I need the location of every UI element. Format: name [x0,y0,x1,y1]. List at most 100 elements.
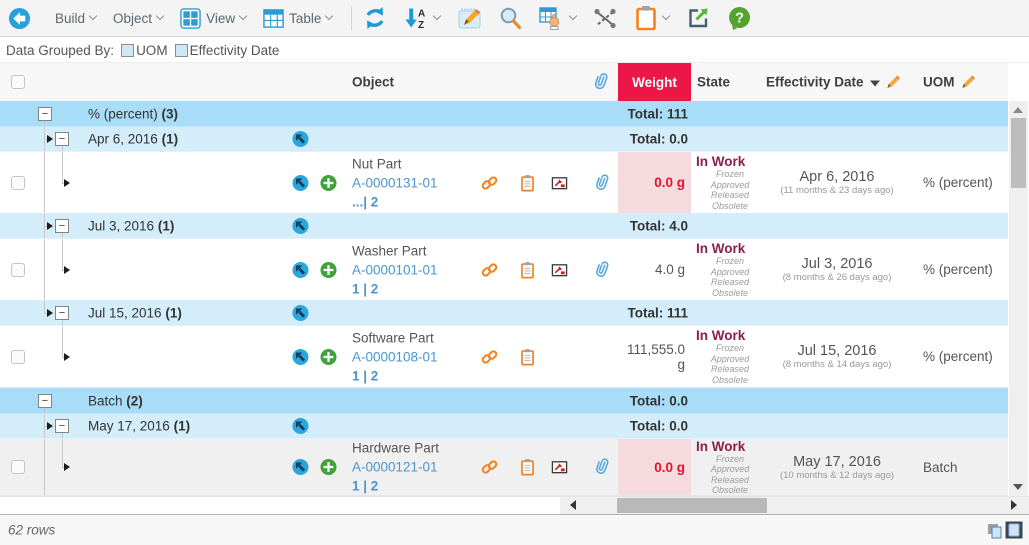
preview-icon[interactable] [551,174,568,191]
horizontal-scrollbar-thumb[interactable] [617,498,767,513]
collapse-group-icon[interactable] [38,394,52,408]
navigate-icon[interactable] [292,418,309,435]
menu-build[interactable]: Build [55,11,96,26]
add-icon[interactable] [320,261,337,278]
scroll-right-icon[interactable] [1011,500,1017,510]
item-revisions-link[interactable]: 1 | 2 [352,281,378,296]
sort-button[interactable]: AZ [405,6,440,30]
column-header-effectivity-date[interactable]: Effectivity Date [766,75,901,90]
item-revisions-link[interactable]: 1 | 2 [352,479,378,494]
item-number-link[interactable]: A-0000108-01 [352,349,438,364]
large-view-toggle-icon[interactable] [1005,521,1023,539]
edit-column-pencil-icon[interactable] [886,75,901,90]
paperclip-icon[interactable] [595,458,611,477]
preview-icon[interactable] [551,261,568,278]
column-header-state[interactable]: State [697,75,730,90]
collapse-subgroup-icon[interactable] [55,219,69,233]
tree-line [62,320,63,325]
sort-desc-icon[interactable] [870,80,880,86]
paperclip-icon[interactable] [594,72,610,92]
edit-button[interactable] [457,6,482,31]
preview-icon[interactable] [551,459,568,476]
select-columns-button[interactable] [539,6,576,31]
search-button[interactable] [499,7,522,30]
row-checkbox[interactable] [11,350,25,364]
collapse-group-icon[interactable] [38,107,52,121]
tree-line [44,121,45,126]
vertical-scrollbar[interactable] [1009,101,1028,496]
column-header-object[interactable]: Object [352,75,394,90]
group-uom-label[interactable]: UOM [136,43,168,58]
state-cell: In Work Frozen Approved Released Obsolet… [692,326,764,387]
column-header-weight[interactable]: Weight [618,63,691,101]
group-chip-uom[interactable] [121,44,134,57]
paperclip-icon[interactable] [595,260,611,279]
export-button[interactable] [686,6,710,30]
navigate-icon[interactable] [292,218,309,235]
navigate-icon[interactable] [292,459,309,476]
item-revisions-link[interactable]: ...| 2 [352,194,378,209]
navigate-icon[interactable] [292,261,309,278]
collapse-subgroup-icon[interactable] [55,306,69,320]
item-number-link[interactable]: A-0000131-01 [352,175,438,190]
chevron-down-icon [433,12,441,20]
link-icon[interactable] [481,348,498,365]
tree-arrow-icon [47,422,53,430]
row-checkbox[interactable] [11,263,25,277]
link-icon[interactable] [481,261,498,278]
back-button[interactable] [8,7,31,30]
tree-arrow-icon[interactable] [64,179,70,187]
add-icon[interactable] [320,459,337,476]
scroll-down-icon[interactable] [1013,484,1023,490]
scroll-up-icon[interactable] [1013,107,1023,113]
tree-arrow-icon[interactable] [64,266,70,274]
navigate-icon[interactable] [292,348,309,365]
horizontal-scrollbar[interactable] [560,497,1029,514]
uom-cell: % (percent) [910,326,1008,387]
collapse-subgroup-icon[interactable] [55,419,69,433]
paperclip-icon[interactable] [595,173,611,192]
add-icon[interactable] [320,348,337,365]
scroll-left-icon[interactable] [570,500,576,510]
clipboard-button[interactable] [634,5,669,31]
clipboard-icon[interactable] [519,261,536,278]
item-number-link[interactable]: A-0000121-01 [352,460,438,475]
column-header-uom[interactable]: UOM [923,75,976,90]
navigate-icon[interactable] [292,131,309,148]
row-checkbox[interactable] [11,176,25,190]
navigate-icon[interactable] [292,174,309,191]
uom-cell: Batch [910,439,1008,495]
svg-text:Z: Z [418,20,424,30]
collapse-subgroup-icon[interactable] [55,132,69,146]
clipboard-icon[interactable] [519,174,536,191]
link-icon[interactable] [481,174,498,191]
uom-cell: % (percent) [910,239,1008,300]
menu-table[interactable]: Table [263,8,332,29]
tree-arrow-icon[interactable] [64,353,70,361]
refresh-button[interactable] [362,6,388,30]
small-view-toggle-icon[interactable] [987,523,1003,539]
group-chip-effectivity-date[interactable] [175,44,188,57]
item-revisions-link[interactable]: 1 | 2 [352,368,378,383]
help-icon: ? [727,6,752,31]
add-icon[interactable] [320,174,337,191]
search-icon [499,7,522,30]
vertical-scrollbar-thumb[interactable] [1011,118,1026,188]
subgroup-label: Apr 6, 2016 [88,132,158,147]
edit-column-pencil-icon[interactable] [961,75,976,90]
help-button[interactable]: ? [727,6,752,31]
group-effectivity-date-label[interactable]: Effectivity Date [190,43,280,58]
select-all-checkbox[interactable] [11,75,25,89]
clipboard-icon[interactable] [519,348,536,365]
tree-arrow-icon[interactable] [64,463,70,471]
row-checkbox[interactable] [11,460,25,474]
item-number-link[interactable]: A-0000101-01 [352,262,438,277]
cut-relationship-button[interactable] [593,7,617,30]
subgroup-total: Total: 0.0 [585,132,688,147]
navigate-icon[interactable] [292,305,309,322]
link-icon[interactable] [481,459,498,476]
clipboard-icon[interactable] [519,459,536,476]
subgroup-label: Jul 3, 2016 [88,219,154,234]
menu-object[interactable]: Object [113,11,163,26]
menu-view[interactable]: View [180,8,246,29]
